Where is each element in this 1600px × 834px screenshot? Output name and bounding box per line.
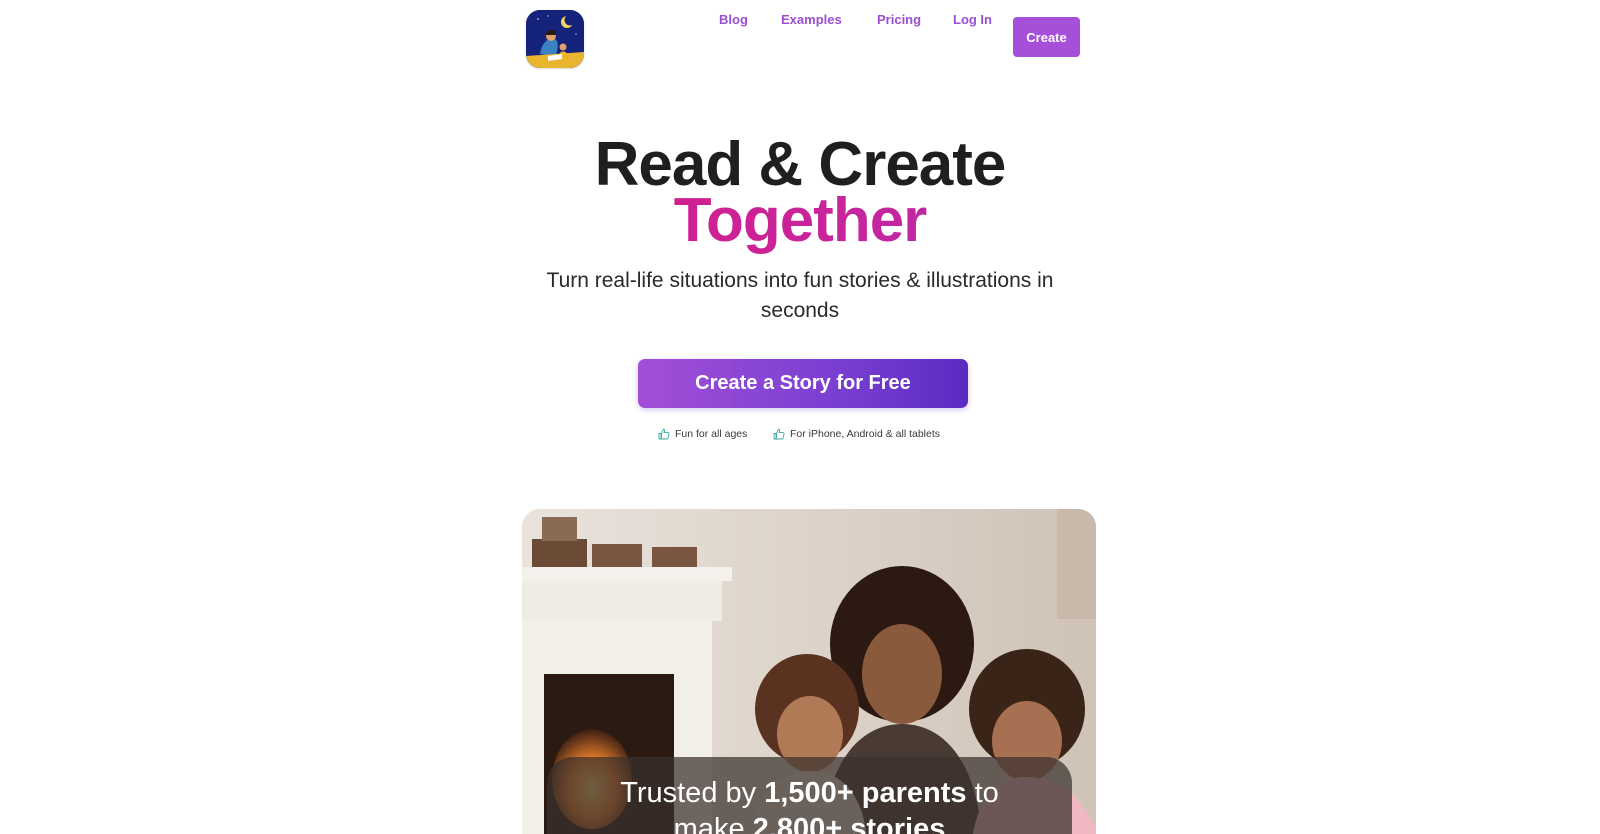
- app-logo[interactable]: [526, 10, 584, 68]
- create-story-button[interactable]: Create a Story for Free: [638, 359, 968, 408]
- thumbs-up-icon: [658, 428, 670, 440]
- trust-banner: Trusted by 1,500+ parents to make 2,800+…: [547, 757, 1072, 834]
- nav-examples[interactable]: Examples: [781, 0, 842, 40]
- feature-label: Fun for all ages: [675, 428, 748, 440]
- nav-blog[interactable]: Blog: [719, 0, 748, 40]
- create-button[interactable]: Create: [1013, 17, 1080, 57]
- feature-devices: For iPhone, Android & all tablets: [773, 426, 940, 442]
- trust-line2-prefix: make: [673, 813, 745, 834]
- parents-count: 1,500+ parents: [764, 777, 967, 809]
- nav-login[interactable]: Log In: [953, 0, 992, 40]
- hero-title-highlight: Together: [0, 186, 1600, 256]
- hero-subtitle: Turn real-life situations into fun stori…: [546, 269, 1054, 322]
- stories-count: 2,800+ stories: [752, 813, 946, 834]
- storybook-app-icon: [526, 10, 584, 68]
- thumbs-up-icon: [773, 428, 785, 440]
- feature-label: For iPhone, Android & all tablets: [790, 428, 941, 440]
- trust-prefix: Trusted by: [620, 777, 757, 809]
- trust-line-2: make 2,800+ stories: [547, 811, 1072, 834]
- feature-all-ages: Fun for all ages: [658, 426, 747, 442]
- nav-pricing[interactable]: Pricing: [877, 0, 921, 40]
- trust-middle: to: [974, 777, 999, 809]
- trust-line-1: Trusted by 1,500+ parents to: [547, 775, 1072, 811]
